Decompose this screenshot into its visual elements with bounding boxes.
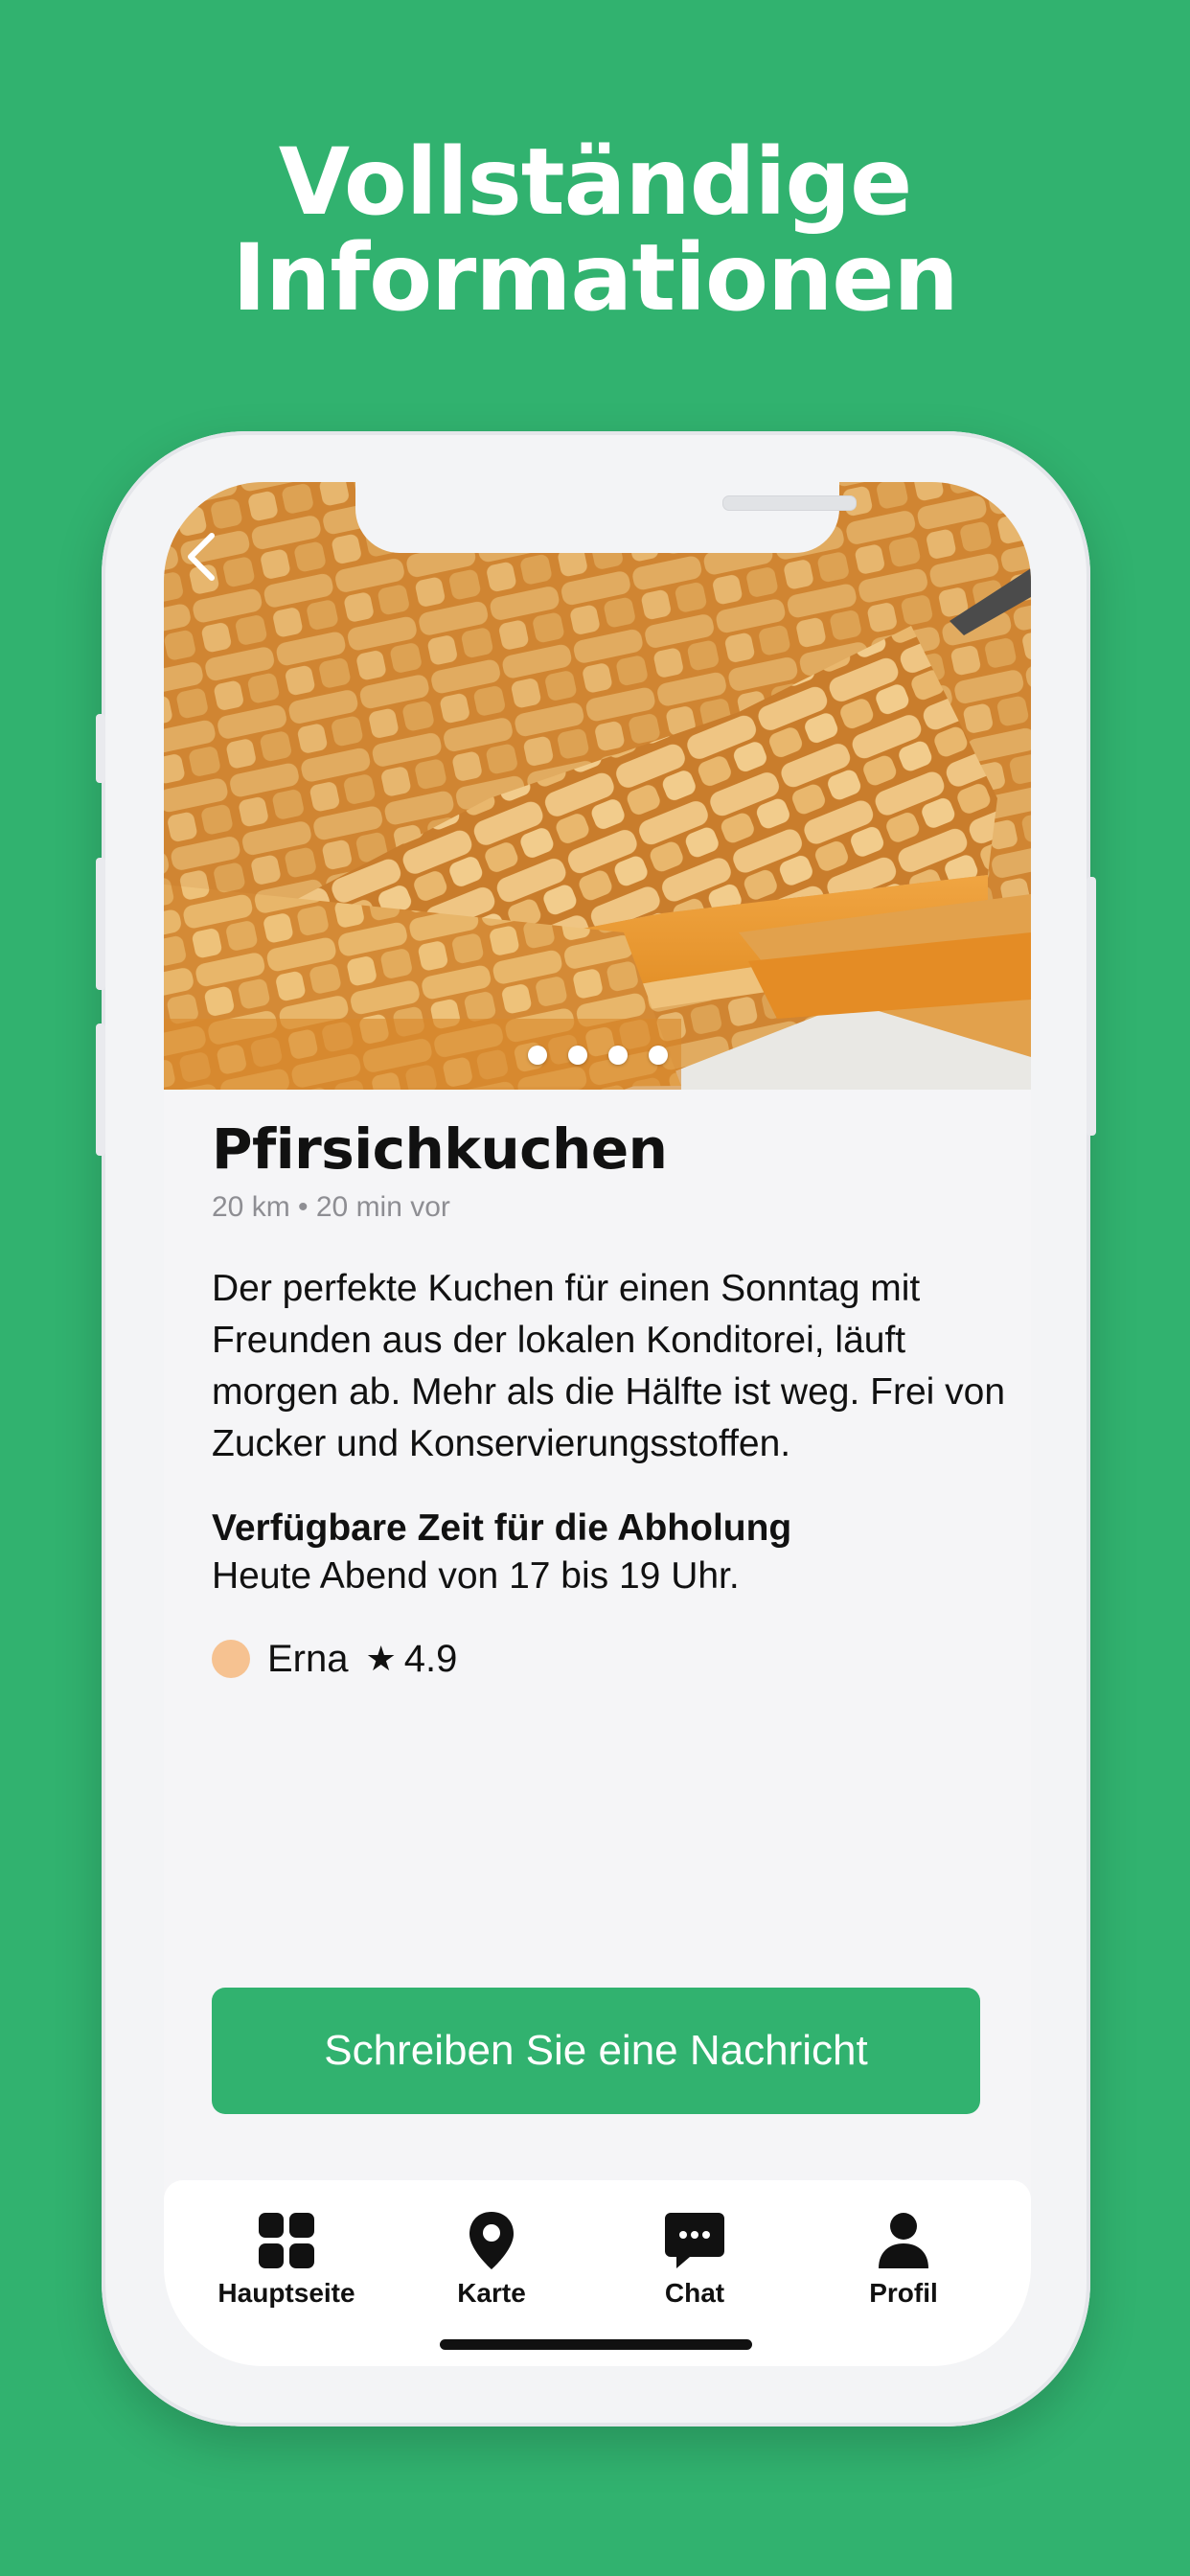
- tab-chat[interactable]: Chat: [599, 2209, 790, 2309]
- tab-label: Karte: [457, 2278, 526, 2308]
- image-pagination-dots[interactable]: [164, 1046, 1031, 1065]
- tab-karte[interactable]: Karte: [396, 2209, 587, 2309]
- pagination-dot[interactable]: [607, 1046, 628, 1065]
- listing-description: Der perfekte Kuchen für einen Sonntag mi…: [212, 1268, 1006, 1464]
- person-icon: [808, 2209, 999, 2272]
- tab-label: Chat: [664, 2278, 725, 2308]
- tab-hauptseite[interactable]: Hauptseite: [191, 2209, 382, 2309]
- seller-rating: 4.9: [403, 1637, 458, 1680]
- headline-line-1: Vollständige: [278, 128, 912, 236]
- chat-bubble-icon: [599, 2209, 790, 2272]
- listing-title: Pfirsichkuchen: [212, 1116, 668, 1182]
- write-message-button[interactable]: Schreiben Sie eine Nachricht: [212, 1988, 980, 2114]
- headline: Vollständige Informationen: [0, 134, 1190, 326]
- avatar: [212, 1640, 250, 1678]
- listing-meta: 20 km • 20 min vor: [212, 1191, 450, 1223]
- pickup-heading: Verfügbare Zeit für die Abholung: [212, 1507, 792, 1549]
- peach-pie-photo: [164, 482, 1031, 1090]
- seller-name: Erna: [267, 1637, 349, 1680]
- home-indicator[interactable]: [440, 2339, 752, 2350]
- tab-profil[interactable]: Profil: [808, 2209, 999, 2309]
- tab-label: Profil: [869, 2278, 938, 2308]
- pagination-dot[interactable]: [527, 1046, 547, 1065]
- pagination-dot[interactable]: [567, 1046, 587, 1065]
- back-chevron-icon[interactable]: [183, 530, 229, 587]
- side-button-power: [1087, 877, 1096, 1136]
- speaker-grille: [722, 495, 857, 511]
- phone-notch: [355, 482, 857, 553]
- star-icon: ★: [365, 1639, 397, 1679]
- phone-screen: Pfirsichkuchen 20 km • 20 min vor Der pe…: [164, 482, 1031, 2366]
- tab-label: Hauptseite: [217, 2278, 355, 2308]
- product-image[interactable]: [164, 482, 1031, 1090]
- bottom-tab-bar: Hauptseite Karte Chat Profil: [164, 2180, 1031, 2366]
- side-button-volume-down: [96, 1024, 105, 1156]
- pickup-time: Heute Abend von 17 bis 19 Uhr.: [212, 1555, 740, 1597]
- side-button-mute: [96, 714, 105, 783]
- seller-row[interactable]: Erna ★ 4.9: [212, 1637, 457, 1681]
- grid-icon: [191, 2209, 382, 2272]
- headline-line-2: Informationen: [232, 224, 958, 332]
- pagination-dot[interactable]: [648, 1046, 668, 1065]
- map-pin-icon: [396, 2209, 587, 2272]
- side-button-volume-up: [96, 858, 105, 990]
